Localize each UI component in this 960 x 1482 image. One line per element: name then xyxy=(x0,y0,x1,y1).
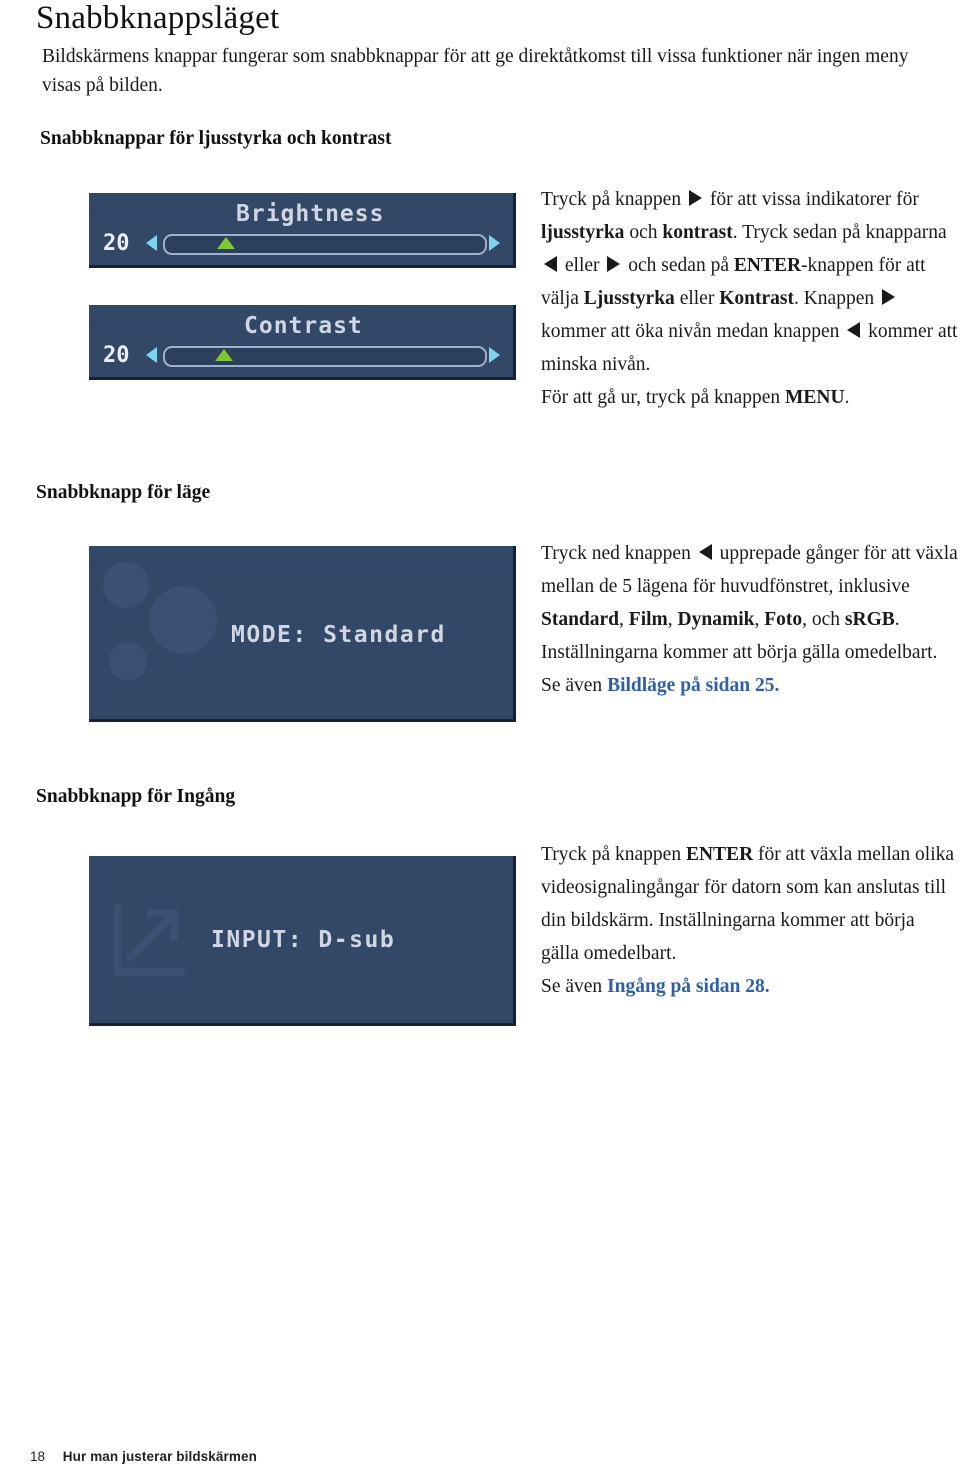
triangle-left-icon xyxy=(698,544,712,560)
page-number: 18 xyxy=(30,1449,46,1464)
osd-brightness-label: Brightness xyxy=(236,201,385,227)
decorative-bubble xyxy=(109,642,147,680)
osd-brightness-slider-track xyxy=(163,234,487,255)
osd-contrast-panel: Contrast 20 xyxy=(89,305,516,380)
osd-brightness-slider-thumb xyxy=(217,237,235,249)
osd-brightness-value: 20 xyxy=(103,231,130,256)
input-description: Tryck på knappen ENTER för att växla mel… xyxy=(541,844,955,997)
triangle-left-icon xyxy=(544,256,557,272)
footer-label: Hur man justerar bildskärmen xyxy=(62,1449,257,1464)
triangle-right-icon xyxy=(489,235,500,251)
triangle-right-icon xyxy=(607,256,621,272)
osd-mode-panel: MODE: Standard xyxy=(89,546,516,722)
triangle-left-icon xyxy=(146,347,157,363)
decorative-bubble xyxy=(149,586,217,654)
triangle-right-icon xyxy=(881,289,895,305)
manual-page: Snabbknappsläget Bildskärmens knappar fu… xyxy=(0,0,960,1482)
brightness-contrast-description: Tryck på knappen för att vissa indikator… xyxy=(541,189,958,408)
intro-paragraph: Bildskärmens knappar fungerar som snabbk… xyxy=(42,46,909,96)
input-arrow-icon xyxy=(113,904,185,976)
osd-contrast-slider-thumb xyxy=(215,349,233,361)
osd-mode-text: MODE: Standard xyxy=(231,622,446,648)
link-ingang[interactable]: Ingång på sidan 28. xyxy=(607,976,770,997)
triangle-left-icon xyxy=(847,322,861,338)
osd-input-text: INPUT: D-sub xyxy=(211,927,396,953)
triangle-right-icon xyxy=(688,190,702,206)
osd-contrast-value: 20 xyxy=(103,343,130,368)
section-heading-brightness-contrast: Snabbknappar för ljusstyrka och kontrast xyxy=(40,128,392,149)
triangle-right-icon xyxy=(489,347,500,363)
page-title: Snabbknappsläget xyxy=(36,0,280,36)
osd-input-panel: INPUT: D-sub xyxy=(89,856,516,1026)
section-heading-input: Snabbknapp för Ingång xyxy=(36,786,236,807)
osd-contrast-label: Contrast xyxy=(244,313,363,339)
section-heading-mode: Snabbknapp för läge xyxy=(36,482,211,503)
page-footer: 18 Hur man justerar bildskärmen xyxy=(30,1449,257,1464)
decorative-bubble xyxy=(103,562,149,608)
osd-brightness-panel: Brightness 20 xyxy=(89,193,516,268)
mode-description: Tryck ned knappen upprepade gånger för a… xyxy=(541,543,958,696)
link-bildlage[interactable]: Bildläge på sidan 25. xyxy=(607,675,779,696)
osd-contrast-slider-track xyxy=(163,346,487,367)
triangle-left-icon xyxy=(146,235,157,251)
